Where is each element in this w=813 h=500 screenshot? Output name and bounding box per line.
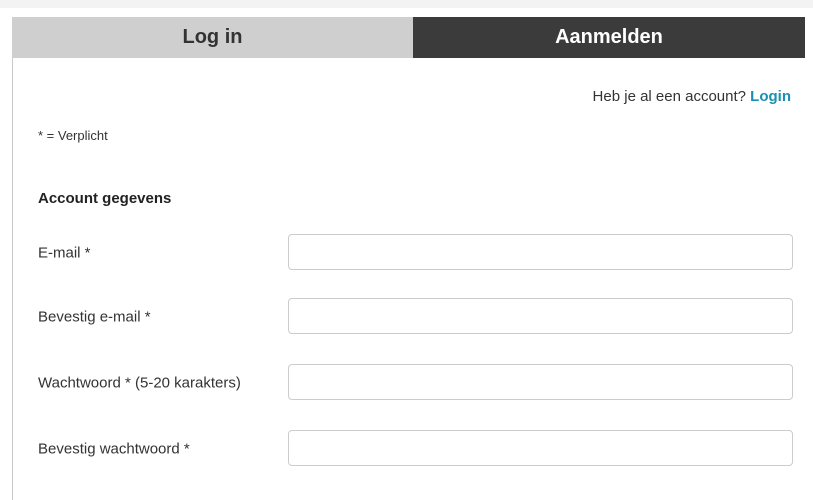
password-field[interactable] [288,364,793,400]
section-title-account: Account gegevens [38,190,172,207]
email-label: E-mail * [38,244,91,262]
confirm-password-field[interactable] [288,430,793,466]
top-strip [0,0,813,8]
tab-log-in[interactable]: Log in [12,17,413,58]
form-row-confirm-email: Bevestig e-mail * [38,298,805,336]
auth-tabs: Log in Aanmelden [12,17,805,58]
email-field[interactable] [288,234,793,270]
confirm-email-field[interactable] [288,298,793,334]
confirm-password-label: Bevestig wachtwoord * [38,440,190,458]
password-label: Wachtwoord * (5-20 karakters) [38,374,241,392]
tab-aanmelden[interactable]: Aanmelden [413,17,805,58]
existing-account-question: Heb je al een account? [592,88,746,105]
login-link[interactable]: Login [750,88,791,105]
form-row-password: Wachtwoord * (5-20 karakters) [38,364,805,402]
form-row-confirm-password: Bevestig wachtwoord * [38,430,805,468]
existing-account-line: Heb je al een account? Login [593,88,791,105]
form-row-email: E-mail * [38,234,805,272]
required-note: * = Verplicht [38,128,108,143]
registration-panel: Heb je al een account? Login * = Verplic… [12,58,811,500]
confirm-email-label: Bevestig e-mail * [38,308,151,326]
